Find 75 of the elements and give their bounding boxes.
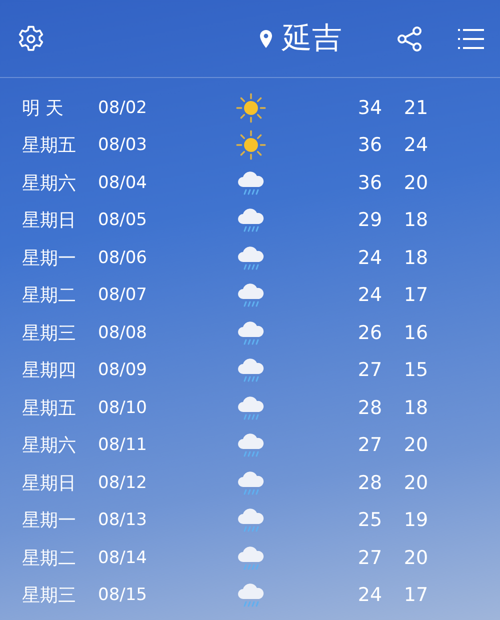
date-label: 08/15: [98, 585, 148, 606]
high-temperature: 36: [356, 172, 384, 194]
low-temperature: 20: [402, 434, 430, 456]
low-temperature: 18: [402, 246, 430, 269]
rain-cloud-icon: [236, 431, 266, 460]
high-temperature: 28: [356, 396, 384, 419]
sun-icon: [236, 92, 266, 123]
low-temperature: 24: [402, 134, 430, 156]
high-temperature: 28: [356, 472, 384, 494]
weekday-label: 星期三: [22, 584, 77, 608]
high-temperature: 29: [356, 209, 384, 232]
low-temperature: 20: [402, 172, 430, 194]
date-label: 08/03: [98, 135, 148, 156]
rain-cloud-icon: [236, 506, 266, 534]
date-label: 08/04: [98, 172, 148, 193]
date-label: 08/14: [98, 548, 148, 568]
low-temperature: 17: [402, 584, 430, 606]
weekday-label: 星期三: [22, 322, 77, 345]
high-temperature: 24: [356, 284, 384, 306]
rain-cloud-icon: [236, 356, 266, 384]
weekday-label: 星期六: [22, 172, 77, 195]
city-name: 延吉: [282, 20, 342, 58]
weekday-label: 星期五: [22, 134, 77, 158]
share-icon[interactable]: [396, 24, 424, 52]
sun-icon: [236, 130, 266, 160]
low-temperature: 20: [402, 472, 430, 494]
weekday-label: 明 天: [22, 96, 65, 120]
date-label: 08/10: [98, 398, 148, 418]
rain-cloud-icon: [236, 581, 266, 610]
weekday-label: 星期一: [22, 246, 77, 270]
date-label: 08/02: [98, 98, 148, 118]
weekday-label: 星期四: [22, 359, 77, 382]
date-label: 08/13: [98, 510, 148, 530]
weekday-label: 星期二: [22, 284, 77, 308]
weekday-label: 星期日: [22, 472, 77, 495]
rain-cloud-icon: [236, 394, 266, 422]
low-temperature: 21: [402, 96, 430, 119]
date-label: 08/09: [98, 360, 148, 380]
low-temperature: 18: [402, 209, 430, 232]
high-temperature: 25: [356, 509, 384, 532]
low-temperature: 18: [402, 396, 430, 419]
high-temperature: 26: [356, 322, 384, 344]
date-label: 08/05: [98, 210, 148, 230]
high-temperature: 27: [356, 434, 384, 456]
low-temperature: 16: [402, 322, 430, 344]
weekday-label: 星期一: [22, 509, 77, 532]
high-temperature: 27: [356, 359, 384, 382]
low-temperature: 19: [402, 509, 430, 532]
location-pin-icon: [260, 30, 272, 48]
rain-cloud-icon: [236, 244, 266, 272]
date-label: 08/06: [98, 248, 148, 268]
menu-icon[interactable]: [458, 28, 484, 50]
rain-cloud-icon: [236, 544, 266, 572]
weekday-label: 星期六: [22, 434, 77, 458]
settings-icon[interactable]: [16, 24, 46, 54]
weekday-label: 星期日: [22, 209, 77, 232]
high-temperature: 34: [356, 96, 384, 119]
date-label: 08/08: [98, 322, 148, 343]
date-label: 08/11: [98, 435, 148, 456]
weekday-label: 星期二: [22, 546, 77, 570]
date-label: 08/07: [98, 285, 148, 306]
low-temperature: 15: [402, 359, 430, 382]
high-temperature: 36: [356, 134, 384, 156]
low-temperature: 17: [402, 284, 430, 306]
rain-cloud-icon: [236, 281, 266, 310]
rain-cloud-icon: [236, 168, 266, 197]
rain-cloud-icon: [236, 468, 266, 497]
high-temperature: 24: [356, 246, 384, 269]
low-temperature: 20: [402, 546, 430, 569]
rain-cloud-icon: [236, 318, 266, 347]
rain-cloud-icon: [236, 206, 266, 234]
weekday-label: 星期五: [22, 396, 77, 420]
high-temperature: 27: [356, 546, 384, 569]
high-temperature: 24: [356, 584, 384, 606]
date-label: 08/12: [98, 472, 148, 493]
